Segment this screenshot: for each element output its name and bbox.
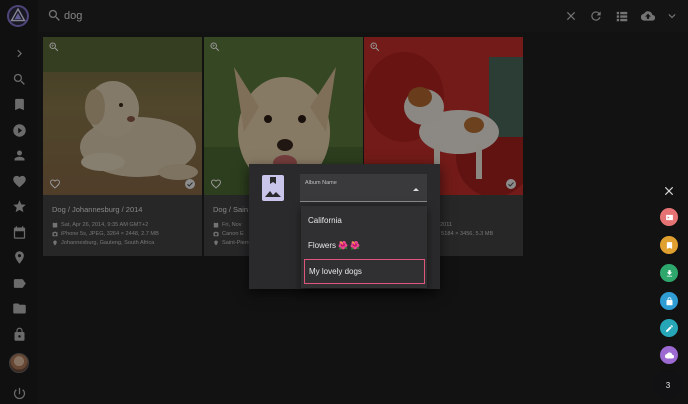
clear-selection-icon[interactable] [662,184,676,198]
album-photo-icon [262,175,284,201]
dropdown-arrow-icon[interactable] [413,188,419,191]
album-button[interactable] [660,236,678,254]
cloud-icon [664,352,674,359]
selection-count-badge[interactable]: 3 [653,370,683,400]
album-option-flowers[interactable]: Flowers 🌺 🌺 [301,233,427,258]
download-button[interactable] [660,264,678,282]
bookmark-icon [666,241,672,249]
cloud-button[interactable] [660,346,678,364]
album-option-my-lovely-dogs[interactable]: My lovely dogs [304,259,425,284]
select-label: Album Name [305,180,337,186]
edit-button[interactable] [660,319,678,337]
album-dropdown-menu: California Flowers 🌺 🌺 My lovely dogs [301,206,427,288]
private-button[interactable] [660,292,678,310]
pencil-icon [665,324,673,332]
share-button[interactable] [660,208,678,226]
download-icon [666,269,672,276]
app-root: Dog / Johannesburg / 2014 Sat, Apr 26, 2… [0,0,688,404]
share-icon [665,214,673,220]
lock-icon [666,296,672,305]
album-name-select[interactable]: Album Name [300,174,427,202]
album-option-california[interactable]: California [301,208,427,233]
